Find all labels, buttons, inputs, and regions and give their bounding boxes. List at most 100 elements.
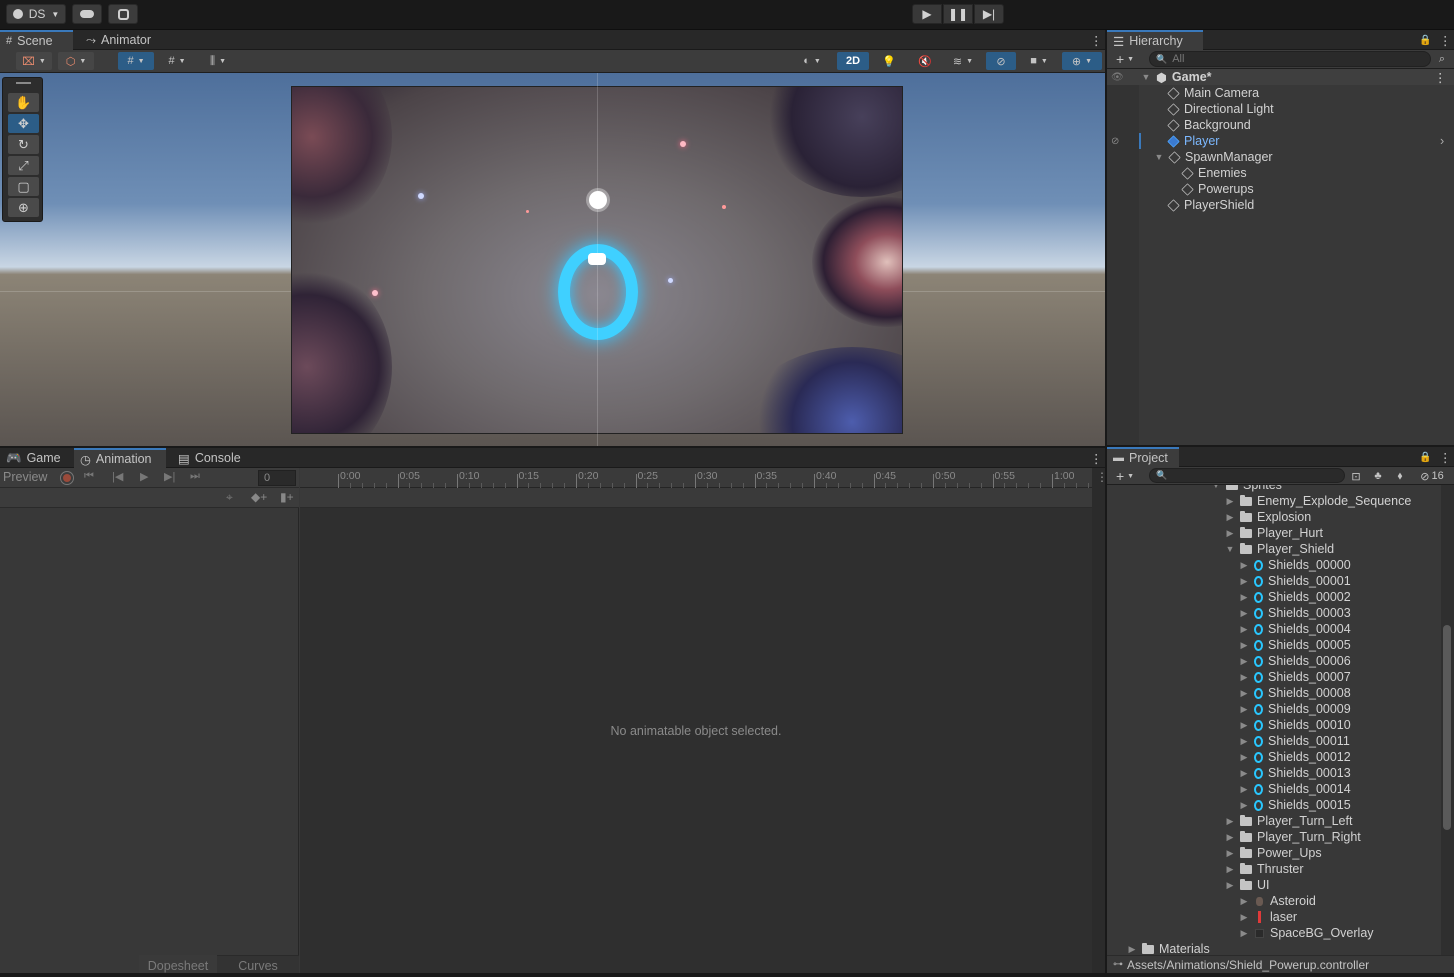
project-item[interactable]: ▶ Shields_00008 xyxy=(1239,685,1351,701)
hierarchy-item-directional-light[interactable]: Directional Light xyxy=(1167,101,1274,117)
draw-mode-dropdown[interactable]: ⌧ ▼ xyxy=(16,52,52,70)
collapsed-arrow-icon[interactable]: ▶ xyxy=(1225,512,1235,523)
frame-field[interactable]: 0 xyxy=(258,470,296,486)
project-item[interactable]: ▶ Shields_00005 xyxy=(1239,637,1351,653)
bottom-panel-menu-button[interactable]: ⋮ xyxy=(1084,448,1109,468)
hierarchy-item-enemies[interactable]: Enemies xyxy=(1181,165,1247,181)
tab-project[interactable]: ▬ Project xyxy=(1107,447,1179,467)
expanded-arrow-icon[interactable]: ▼ xyxy=(1225,544,1235,554)
project-item[interactable]: ▶ Player_Turn_Right xyxy=(1225,829,1361,845)
toolbox-handle[interactable] xyxy=(16,82,31,84)
hierarchy-item-playershield[interactable]: PlayerShield xyxy=(1167,197,1254,213)
project-item[interactable]: ▶ Shields_00014 xyxy=(1239,781,1351,797)
collapsed-arrow-icon[interactable]: ▶ xyxy=(1239,560,1249,571)
collapsed-arrow-icon[interactable]: ▶ xyxy=(1239,704,1249,715)
next-keyframe-button[interactable]: ▶| xyxy=(164,470,175,483)
shading-dropdown[interactable]: ◐ ▼ xyxy=(792,52,832,70)
project-scrollbar-thumb[interactable] xyxy=(1443,625,1451,830)
project-item[interactable]: ▶ Shields_00007 xyxy=(1239,669,1351,685)
project-item[interactable]: ▶ Shields_00004 xyxy=(1239,621,1351,637)
project-item[interactable]: ▶ Player_Hurt xyxy=(1225,525,1323,541)
player-visibility-toggle[interactable]: ⊘ xyxy=(1111,133,1119,149)
filter-by-selection-button[interactable]: ⌖ xyxy=(226,490,233,505)
project-item[interactable]: ▶ Shields_00002 xyxy=(1239,589,1351,605)
lighting-toggle[interactable]: 💡 xyxy=(874,52,904,70)
project-item[interactable]: ▶ Shields_00010 xyxy=(1239,717,1351,733)
hierarchy-item-powerups[interactable]: Powerups xyxy=(1181,181,1254,197)
hierarchy-menu-button[interactable]: ⋮ xyxy=(1433,30,1454,50)
collapsed-arrow-icon[interactable]: ▶ xyxy=(1225,832,1235,843)
previous-keyframe-button[interactable]: |◀ xyxy=(112,470,123,483)
gizmos-dropdown[interactable]: ⊕ ▼ xyxy=(1062,52,1102,70)
collapsed-arrow-icon[interactable]: ▶ xyxy=(1225,816,1235,827)
collapsed-arrow-icon[interactable]: ▶ xyxy=(1127,944,1137,955)
play-button[interactable]: ▶ xyxy=(912,4,942,24)
project-item[interactable]: ▶ Shields_00001 xyxy=(1239,573,1351,589)
collapsed-arrow-icon[interactable]: ▶ xyxy=(1239,784,1249,795)
collapsed-arrow-icon[interactable]: ▶ xyxy=(1225,496,1235,507)
render-mode-dropdown[interactable]: ⬡ ▼ xyxy=(58,52,94,70)
rotate-tool-button[interactable]: ↻ xyxy=(8,135,39,154)
project-item[interactable]: ▶ Shields_00009 xyxy=(1239,701,1351,717)
move-tool-button[interactable]: ✥ xyxy=(8,114,39,133)
last-keyframe-button[interactable]: ⏭ xyxy=(190,470,200,483)
tab-game[interactable]: 🎮 Game xyxy=(0,448,67,468)
project-item[interactable]: ▼ Sprites xyxy=(1211,485,1282,493)
tab-hierarchy[interactable]: ☰ Hierarchy xyxy=(1107,30,1203,50)
hidden-packages-button[interactable]: ⊘ 16 xyxy=(1413,467,1451,485)
scene-row[interactable]: ▼ ⬢ Game* xyxy=(1141,69,1212,85)
audio-toggle[interactable]: 🔇 xyxy=(910,52,940,70)
tab-console[interactable]: ▤ Console xyxy=(172,448,247,468)
scene-search-button[interactable]: ⌕ xyxy=(1433,50,1451,68)
collapsed-arrow-icon[interactable]: ▶ xyxy=(1239,800,1249,811)
hierarchy-item-player[interactable]: Player xyxy=(1167,133,1219,149)
project-item[interactable]: ▶ Shields_00000 xyxy=(1239,557,1351,573)
collapsed-arrow-icon[interactable]: ▶ xyxy=(1239,768,1249,779)
collapsed-arrow-icon[interactable]: ▶ xyxy=(1239,912,1249,923)
play-animation-button[interactable]: ▶ xyxy=(140,470,148,483)
collapsed-arrow-icon[interactable]: ▶ xyxy=(1225,864,1235,875)
project-item[interactable]: ▼ Player_Shield xyxy=(1225,541,1335,557)
2d-toggle[interactable]: 2D xyxy=(837,52,869,70)
project-item[interactable]: ▶ Shields_00015 xyxy=(1239,797,1351,813)
tab-animator[interactable]: ⤳ Animator xyxy=(80,30,157,50)
cloud-button[interactable] xyxy=(72,4,102,24)
rect-tool-button[interactable]: ▢ xyxy=(8,177,39,196)
collapsed-arrow-icon[interactable]: ▶ xyxy=(1239,720,1249,731)
project-item[interactable]: ▶ Shields_00012 xyxy=(1239,749,1351,765)
project-item[interactable]: ▶ Thruster xyxy=(1225,861,1304,877)
tab-animation[interactable]: ◷ Animation xyxy=(74,448,166,468)
project-menu-button[interactable]: ⋮ xyxy=(1433,447,1454,467)
increment-snap-toggle[interactable]: ⫼ ▼ xyxy=(200,52,236,70)
project-item[interactable]: ▶ Power_Ups xyxy=(1225,845,1322,861)
project-item[interactable]: ▶ Asteroid xyxy=(1239,893,1316,909)
hierarchy-item-background[interactable]: Background xyxy=(1167,117,1251,133)
scene-visibility-toggle[interactable]: 👁 xyxy=(1111,69,1124,85)
project-item[interactable]: ▶ Shields_00003 xyxy=(1239,605,1351,621)
grid-snap-toggle[interactable]: # ▼ xyxy=(118,52,154,70)
effects-dropdown[interactable]: ≋ ▼ xyxy=(944,52,982,70)
step-button[interactable]: ▶| xyxy=(974,4,1004,24)
collapsed-arrow-icon[interactable]: ▶ xyxy=(1239,928,1249,939)
project-search-field[interactable]: 🔍 xyxy=(1149,468,1345,483)
timeline-ruler[interactable]: 0:00 0:05 0:10 0:15 0:20 0:25 0:30 0:35 0:40 0:45… xyxy=(300,468,1101,488)
record-button[interactable] xyxy=(60,471,74,485)
add-keyframe-button[interactable]: ◆+ xyxy=(251,490,267,504)
collapsed-arrow-icon[interactable]: ▶ xyxy=(1239,672,1249,683)
collapsed-arrow-icon[interactable]: ▶ xyxy=(1239,592,1249,603)
search-by-label-button[interactable]: ♣ xyxy=(1369,467,1387,485)
hierarchy-item-main-camera[interactable]: Main Camera xyxy=(1167,85,1259,101)
transform-tool-button[interactable]: ⊕ xyxy=(8,198,39,217)
project-item[interactable]: ▶ Enemy_Explode_Sequence xyxy=(1225,493,1412,509)
expanded-arrow-icon[interactable]: ▼ xyxy=(1211,485,1221,490)
add-event-button[interactable]: ▮+ xyxy=(280,490,294,504)
scene-visibility-toggle[interactable]: ⊘ xyxy=(986,52,1016,70)
camera-dropdown[interactable]: ■ ▼ xyxy=(1020,52,1058,70)
collapsed-arrow-icon[interactable]: ▶ xyxy=(1239,736,1249,747)
collapsed-arrow-icon[interactable]: ▶ xyxy=(1239,640,1249,651)
tab-scene[interactable]: # Scene xyxy=(0,30,73,50)
collapsed-arrow-icon[interactable]: ▶ xyxy=(1239,656,1249,667)
project-item[interactable]: ▶ Materials xyxy=(1127,941,1210,955)
preview-toggle[interactable]: Preview xyxy=(3,470,47,484)
hierarchy-item-spawnmanager[interactable]: ▼ SpawnManager xyxy=(1154,149,1273,165)
